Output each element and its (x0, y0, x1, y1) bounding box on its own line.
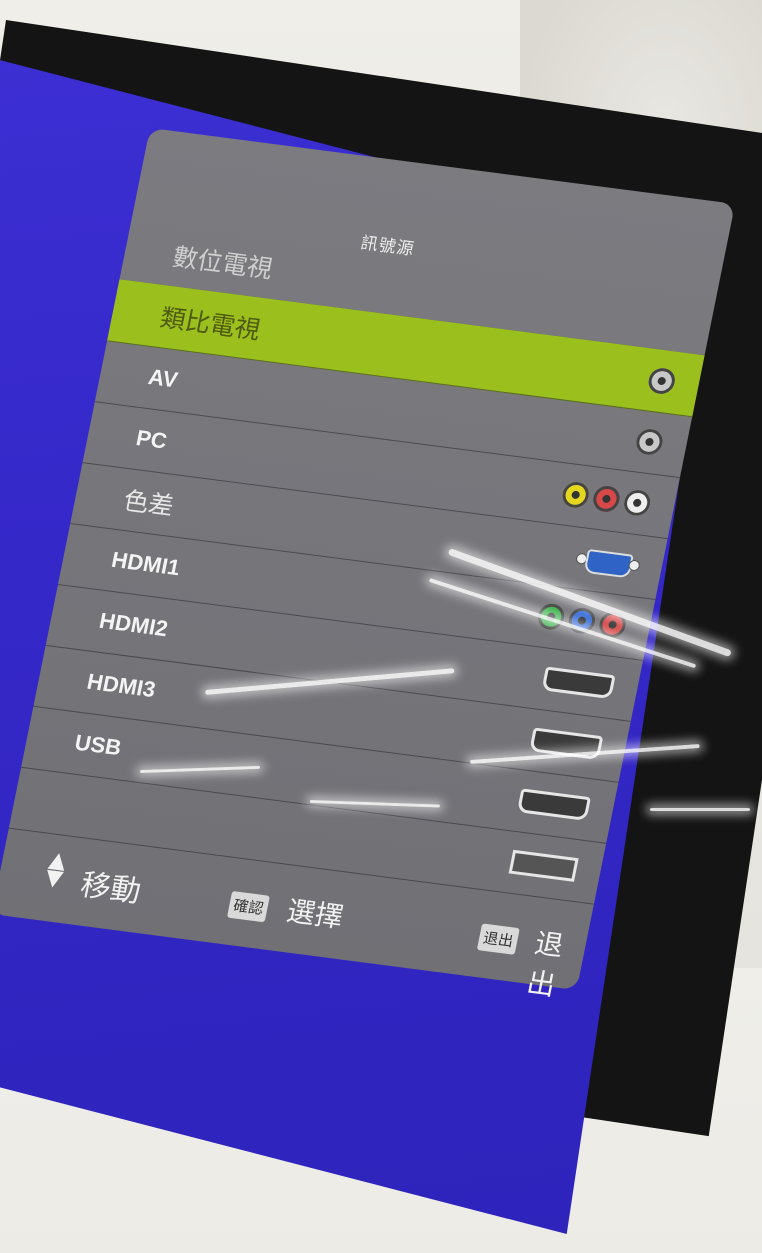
source-item-label: PC (133, 425, 170, 454)
usb-port-icon (508, 849, 579, 882)
antenna-jack-icon (633, 427, 665, 457)
icon-group (646, 366, 678, 396)
source-item-label: HDMI1 (109, 546, 183, 581)
source-item-label: 數位電視 (170, 242, 275, 284)
rca-red-icon (590, 484, 622, 514)
vga-shell (583, 548, 634, 579)
vga-screw (627, 559, 641, 572)
up-down-arrows-icon: ▲ ▼ (43, 847, 69, 892)
icon-group (508, 849, 579, 882)
rca-yellow-icon (560, 480, 592, 510)
icon-group (633, 427, 665, 457)
icon-group (541, 666, 616, 700)
hdmi-port-icon (516, 788, 592, 821)
move-hint: 移動 (77, 867, 144, 910)
rca-white-icon (621, 488, 653, 518)
antenna-jack-icon (646, 366, 678, 396)
source-item-label: 類比電視 (157, 303, 263, 345)
icon-group (560, 480, 653, 518)
icon-group (516, 788, 592, 821)
source-item-label: HDMI3 (84, 668, 158, 703)
source-item-label: HDMI2 (97, 607, 170, 642)
vga-port-icon (574, 546, 641, 579)
icon-group (574, 546, 641, 579)
exit-key-icon: 退出 (476, 923, 520, 955)
source-item-label: AV (146, 364, 180, 393)
hdmi-port-icon (541, 666, 616, 700)
source-item-label: USB (72, 729, 124, 761)
glare-streak (650, 808, 750, 811)
confirm-key-icon: 確認 (226, 890, 270, 923)
source-item-label: 色差 (120, 485, 177, 521)
exit-hint: 退出 (524, 926, 567, 1003)
select-hint: 選擇 (284, 894, 347, 935)
